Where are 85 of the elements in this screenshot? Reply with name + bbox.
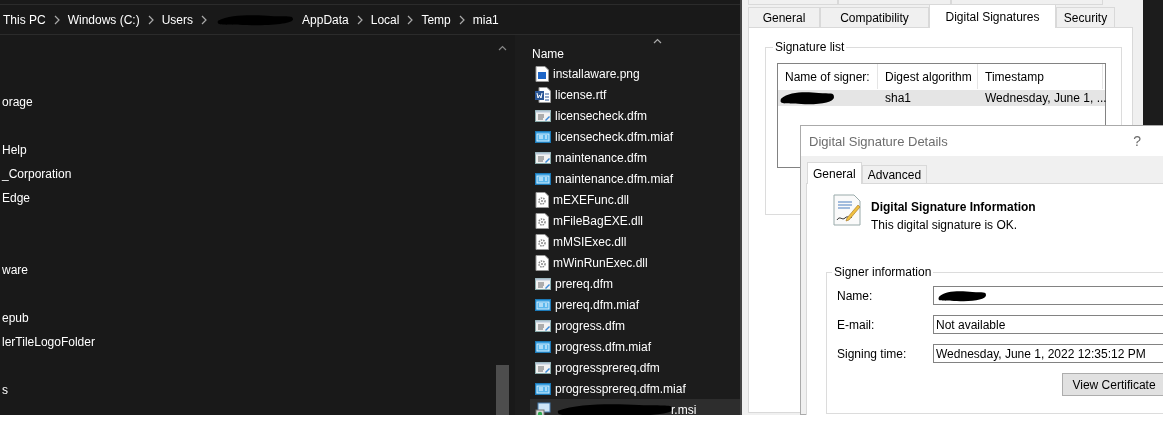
sort-up-icon — [653, 38, 662, 44]
file-name[interactable]: licensecheck.dfm — [555, 108, 648, 123]
file-name[interactable]: progress.dfm.miaf — [555, 339, 652, 354]
nav-item[interactable]: orage — [0, 90, 495, 114]
scrollbar-thumb[interactable] — [496, 365, 509, 415]
window-icon — [535, 381, 551, 396]
form-window-icon — [535, 108, 551, 123]
file-name[interactable]: r.msi — [671, 402, 697, 415]
nav-item[interactable]: Help — [0, 138, 495, 162]
field-label: E-mail: — [837, 317, 876, 332]
file-name[interactable]: prereq.dfm.miaf — [555, 297, 640, 312]
form-window-icon — [535, 360, 551, 375]
window-icon — [535, 171, 551, 186]
status-text: This digital signature is OK. — [871, 218, 1019, 232]
breadcrumb-item[interactable]: Windows (C:) — [67, 12, 140, 27]
breadcrumb-item[interactable]: This PC — [3, 12, 46, 27]
tab[interactable] — [838, 0, 951, 5]
breadcrumb-item[interactable]: AppData — [302, 12, 349, 27]
chevron-right-icon — [406, 14, 415, 25]
breadcrumb-item[interactable]: mia1 — [472, 12, 499, 27]
file-name[interactable]: mFileBagEXE.dll — [553, 213, 644, 228]
nav-item[interactable]: epub — [0, 306, 495, 330]
column-header[interactable]: Digest algorithm — [878, 64, 978, 89]
nav-item[interactable]: s — [0, 378, 495, 402]
breadcrumb-item[interactable]: Local — [370, 12, 400, 27]
window-icon — [535, 129, 551, 144]
chevron-right-icon — [355, 14, 364, 25]
group-title: Signature list — [773, 40, 847, 54]
nav-item[interactable]: Edge — [0, 186, 495, 210]
file-name[interactable]: prereq.dfm — [555, 276, 614, 291]
scroll-up-icon — [498, 45, 507, 51]
file-name[interactable]: progressprereq.dfm.miaf — [555, 381, 686, 396]
breadcrumb-item[interactable]: Temp — [421, 12, 451, 27]
text-field[interactable] — [933, 286, 1163, 305]
tab[interactable]: Security — [1056, 7, 1115, 27]
tab[interactable]: Digital Signatures — [929, 4, 1056, 28]
tab[interactable]: Advanced — [861, 165, 928, 183]
window-title: Digital Signature Details — [809, 133, 948, 149]
group-title: Signer information — [832, 265, 934, 279]
text-field[interactable]: Wednesday, June 1, 2022 12:35:12 PM — [933, 344, 1163, 363]
tab[interactable]: General — [748, 7, 820, 27]
tab[interactable]: General — [807, 162, 862, 184]
file-name[interactable]: licensecheck.dfm.miaf — [555, 129, 674, 144]
file-name[interactable]: maintenance.dfm.miaf — [555, 171, 674, 186]
gear-page-icon — [535, 212, 549, 229]
chevron-right-icon — [457, 14, 466, 25]
gear-page-icon — [535, 233, 549, 250]
breadcrumb-item[interactable]: Users — [161, 12, 194, 27]
file-name[interactable]: progress.dfm — [555, 318, 626, 333]
window-icon — [535, 297, 551, 312]
column-header[interactable]: Name — [532, 47, 564, 61]
chevron-right-icon — [52, 14, 61, 25]
signature-row[interactable]: sha1 Wednesday, June 1, ... — [778, 90, 1105, 106]
nav-item[interactable]: lerTileLogoFolder — [0, 330, 495, 354]
installer-icon — [535, 401, 551, 415]
gear-page-icon — [535, 254, 549, 271]
text-field[interactable]: Not available — [933, 315, 1163, 334]
column-header[interactable]: Timestamp — [978, 64, 1103, 89]
form-window-icon — [535, 150, 551, 165]
help-button[interactable]: ? — [1133, 133, 1141, 149]
file-name[interactable]: mMSIExec.dll — [553, 234, 627, 249]
file-name[interactable]: maintenance.dfm — [555, 150, 648, 165]
field-label: Name: — [837, 288, 874, 303]
view-certificate-button[interactable]: View Certificate — [1062, 373, 1163, 396]
tab[interactable]: Compatibility — [820, 7, 929, 27]
file-name[interactable]: progressprereq.dfm — [555, 360, 660, 375]
document-icon — [535, 86, 551, 103]
nav-item[interactable]: _Corporation — [0, 162, 495, 186]
chevron-right-icon — [200, 14, 209, 25]
window-icon — [535, 339, 551, 354]
file-name[interactable]: installaware.png — [553, 66, 640, 81]
form-window-icon — [535, 318, 551, 333]
column-header[interactable]: Name of signer: — [778, 64, 878, 89]
field-label: Signing time: — [837, 346, 908, 361]
signed-document-icon — [833, 194, 861, 226]
image-file-icon — [535, 65, 549, 82]
form-window-icon — [535, 276, 551, 291]
table-cell-text: sha1 — [884, 90, 913, 106]
info-heading: Digital Signature Information — [871, 200, 1036, 214]
nav-item[interactable]: ware — [0, 258, 495, 282]
file-name[interactable]: mWinRunExec.dll — [553, 255, 648, 270]
gear-page-icon — [535, 191, 549, 208]
chevron-right-icon — [146, 14, 155, 25]
file-name[interactable]: license.rtf — [555, 87, 607, 102]
file-name[interactable]: mEXEFunc.dll — [553, 192, 630, 207]
